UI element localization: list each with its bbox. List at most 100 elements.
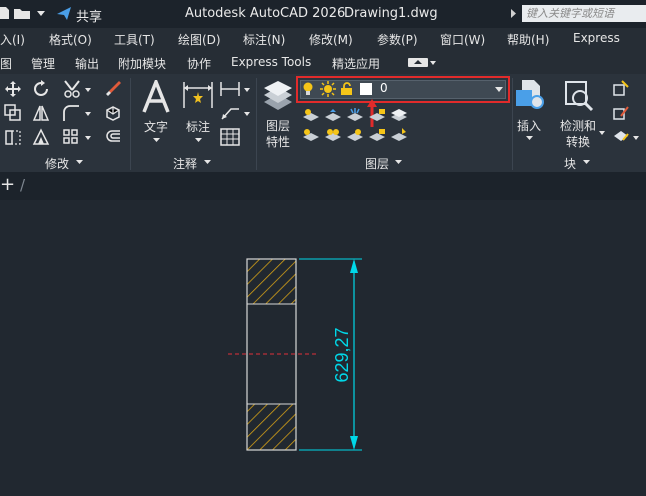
fillet-icon[interactable] xyxy=(62,104,80,122)
text-tool-label[interactable]: 文字 xyxy=(144,118,168,135)
tab-output[interactable]: 输出 xyxy=(75,55,99,72)
tab-collaborate[interactable]: 协作 xyxy=(187,55,211,72)
leader-icon[interactable] xyxy=(219,104,241,122)
layer-properties-label-line1[interactable]: 图层 xyxy=(266,117,290,134)
dimension-dropdown-icon[interactable] xyxy=(195,138,202,142)
menu-window[interactable]: 窗口(W) xyxy=(440,31,485,48)
hatch-bottom-section[interactable] xyxy=(246,403,297,451)
menu-help[interactable]: 帮助(H) xyxy=(507,31,549,48)
tab-manage[interactable]: 管理 xyxy=(31,55,55,72)
hatch-top-section[interactable] xyxy=(246,258,297,305)
insert-block-icon[interactable] xyxy=(514,78,548,112)
trim-dropdown-icon[interactable] xyxy=(85,88,91,92)
panel-block-label[interactable]: 块 xyxy=(564,155,576,172)
dimension-icon[interactable] xyxy=(182,80,214,110)
tab-view[interactable]: 图 xyxy=(0,55,12,72)
detect-convert-icon[interactable] xyxy=(562,78,594,112)
rotate-icon[interactable] xyxy=(32,80,50,98)
document-tab-bar: + / xyxy=(0,172,646,200)
layer-thaw-all-icon[interactable] xyxy=(346,128,364,142)
array-icon[interactable] xyxy=(62,128,80,146)
edit-block-icon[interactable] xyxy=(612,104,630,122)
layer-previous-icon[interactable] xyxy=(302,128,320,142)
panel-divider xyxy=(256,78,257,170)
tab-express-tools[interactable]: Express Tools xyxy=(231,55,311,69)
insert-dropdown-icon[interactable] xyxy=(526,136,533,140)
share-button[interactable]: 共享 xyxy=(76,6,102,25)
trim-icon[interactable] xyxy=(62,80,82,98)
drawing-canvas[interactable]: 629,27 xyxy=(0,200,646,496)
block-panel-expand-icon[interactable] xyxy=(583,160,590,164)
detect-convert-label-line2[interactable]: 转换 xyxy=(566,133,590,150)
create-block-icon[interactable] xyxy=(612,80,630,98)
layers-panel-expand-icon[interactable] xyxy=(395,160,402,164)
panel-layers-label[interactable]: 图层 xyxy=(365,155,389,172)
menu-parametric[interactable]: 参数(P) xyxy=(377,31,418,48)
scale-icon[interactable] xyxy=(32,128,50,146)
text-icon[interactable] xyxy=(141,80,171,114)
text-dropdown-icon[interactable] xyxy=(153,138,160,142)
layer-lock-icon[interactable] xyxy=(368,108,386,122)
move-icon[interactable] xyxy=(4,80,22,98)
modify-panel-expand-icon[interactable] xyxy=(76,160,83,164)
share-icon[interactable] xyxy=(56,6,72,21)
block-attributes-icon[interactable] xyxy=(612,128,630,146)
ribbon-tab-bar: 图 管理 输出 附加模块 协作 Express Tools 精选应用 xyxy=(0,50,646,74)
menu-insert[interactable]: 入(I) xyxy=(0,31,25,48)
layer-make-current-icon[interactable] xyxy=(390,108,408,122)
insert-label[interactable]: 插入 xyxy=(517,117,541,134)
menu-tools[interactable]: 工具(T) xyxy=(114,31,155,48)
layer-match-icon[interactable] xyxy=(390,128,408,142)
panel-annotation-label[interactable]: 注释 xyxy=(173,155,197,172)
layer-isolate-icon[interactable] xyxy=(324,108,342,122)
layer-unisolate-icon[interactable] xyxy=(324,128,342,142)
layer-properties-icon[interactable] xyxy=(262,80,294,112)
detect-convert-dropdown-icon[interactable] xyxy=(599,131,605,135)
open-folder-icon[interactable] xyxy=(13,7,31,20)
drawing-svg[interactable]: 629,27 xyxy=(0,200,646,496)
array-dropdown-icon[interactable] xyxy=(85,136,91,140)
title-bar: 共享 Autodesk AutoCAD 2026 Drawing1.dwg 键入… xyxy=(0,0,646,28)
copy-icon[interactable] xyxy=(4,104,22,122)
panel-divider xyxy=(512,78,513,170)
layer-freeze-icon[interactable] xyxy=(346,108,364,122)
menu-format[interactable]: 格式(O) xyxy=(49,31,92,48)
stretch-icon[interactable] xyxy=(4,128,22,146)
linear-dimension-dropdown-icon[interactable] xyxy=(244,88,250,92)
dimension-arrow-bottom xyxy=(350,436,358,450)
dimension-tool-label[interactable]: 标注 xyxy=(186,118,210,135)
detect-convert-label-line1[interactable]: 检测和 xyxy=(560,117,596,134)
panel-modify-label[interactable]: 修改 xyxy=(45,155,69,172)
search-expand-arrow-icon[interactable] xyxy=(511,9,517,18)
menu-draw[interactable]: 绘图(D) xyxy=(178,31,221,48)
tab-addins[interactable]: 附加模块 xyxy=(118,55,166,72)
layer-unlock-all-icon[interactable] xyxy=(368,128,386,142)
panel-divider xyxy=(130,78,131,170)
menu-modify[interactable]: 修改(M) xyxy=(309,31,353,48)
tab-separator: / xyxy=(20,176,26,194)
highlight-box xyxy=(296,76,510,103)
layer-off-icon[interactable] xyxy=(302,108,320,122)
quick-access-dropdown-icon[interactable] xyxy=(36,10,46,18)
search-input[interactable]: 键入关键字或短语 xyxy=(522,5,646,22)
menu-bar: 入(I) 格式(O) 工具(T) 绘图(D) 标注(N) 修改(M) 参数(P)… xyxy=(0,28,646,50)
annotation-panel-expand-icon[interactable] xyxy=(204,160,211,164)
tab-featured-apps[interactable]: 精选应用 xyxy=(332,55,380,72)
file-name: Drawing1.dwg xyxy=(344,6,438,21)
fillet-dropdown-icon[interactable] xyxy=(85,112,91,116)
offset-icon[interactable] xyxy=(104,128,122,146)
new-tab-button[interactable]: + xyxy=(0,174,15,195)
ribbon-minimize-icon[interactable] xyxy=(408,58,436,68)
dimension-text[interactable]: 629,27 xyxy=(332,327,352,382)
block-attributes-dropdown-icon[interactable] xyxy=(633,136,639,140)
explode-icon[interactable] xyxy=(104,104,122,122)
menu-express[interactable]: Express xyxy=(573,31,620,45)
linear-dimension-icon[interactable] xyxy=(219,80,241,98)
layer-properties-label-line2[interactable]: 特性 xyxy=(266,133,290,150)
menu-dimension[interactable]: 标注(N) xyxy=(243,31,285,48)
leader-dropdown-icon[interactable] xyxy=(244,112,250,116)
erase-icon[interactable] xyxy=(104,80,122,98)
table-icon[interactable] xyxy=(220,128,240,146)
mirror-icon[interactable] xyxy=(32,104,50,122)
new-file-icon[interactable] xyxy=(0,6,10,20)
